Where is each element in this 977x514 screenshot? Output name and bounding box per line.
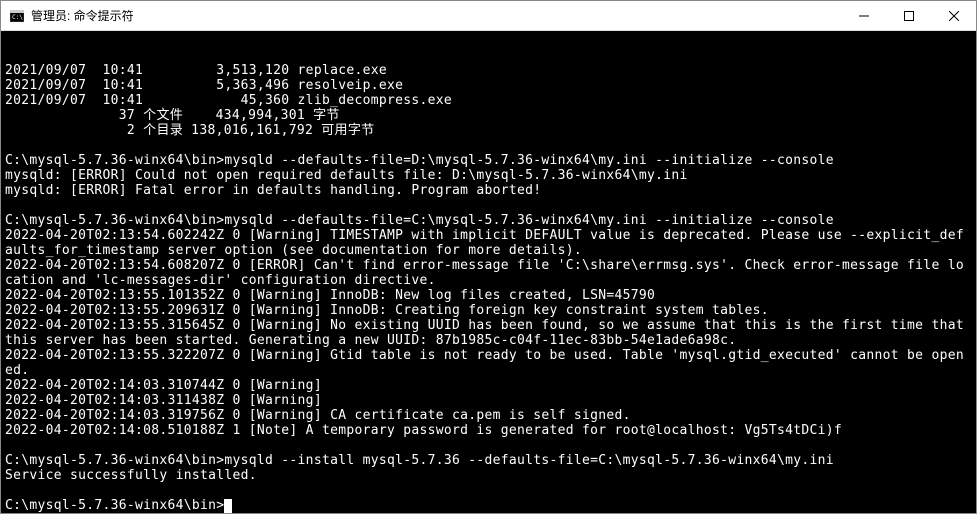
terminal-line: 2022-04-20T02:13:55.315645Z 0 [Warning] … bbox=[5, 318, 972, 348]
terminal-line: Service successfully installed. bbox=[5, 468, 972, 483]
terminal-line: C:\mysql-5.7.36-winx64\bin> bbox=[5, 498, 972, 513]
terminal-line: 2021/09/07 10:41 3,513,120 replace.exe bbox=[5, 63, 972, 78]
terminal-line: 37 个文件 434,994,301 字节 bbox=[5, 108, 972, 123]
terminal-output[interactable]: 2021/09/07 10:41 3,513,120 replace.exe20… bbox=[1, 31, 976, 513]
terminal-line: 2022-04-20T02:13:55.209631Z 0 [Warning] … bbox=[5, 303, 972, 318]
terminal-line: 2022-04-20T02:13:54.602242Z 0 [Warning] … bbox=[5, 228, 972, 258]
maximize-button[interactable] bbox=[886, 1, 931, 30]
terminal-line: mysqld: [ERROR] Fatal error in defaults … bbox=[5, 183, 972, 198]
terminal-line: mysqld: [ERROR] Could not open required … bbox=[5, 168, 972, 183]
terminal-line bbox=[5, 138, 972, 153]
app-icon: C:\ bbox=[9, 8, 25, 24]
svg-text:C:\: C:\ bbox=[12, 14, 23, 21]
terminal-line: C:\mysql-5.7.36-winx64\bin>mysqld --inst… bbox=[5, 453, 972, 468]
terminal-line bbox=[5, 483, 972, 498]
terminal-line: 2022-04-20T02:13:55.322207Z 0 [Warning] … bbox=[5, 348, 972, 378]
terminal-line: 2021/09/07 10:41 5,363,496 resolveip.exe bbox=[5, 78, 972, 93]
terminal-line: C:\mysql-5.7.36-winx64\bin>mysqld --defa… bbox=[5, 213, 972, 228]
terminal-line bbox=[5, 198, 972, 213]
terminal-line: 2022-04-20T02:14:03.310744Z 0 [Warning] bbox=[5, 378, 972, 393]
close-button[interactable] bbox=[931, 1, 976, 30]
terminal-line: C:\mysql-5.7.36-winx64\bin>mysqld --defa… bbox=[5, 153, 972, 168]
terminal-line: 2022-04-20T02:13:55.101352Z 0 [Warning] … bbox=[5, 288, 972, 303]
command-prompt-window: C:\ 管理员: 命令提示符 2021/09/07 10:41 3,513,12… bbox=[0, 0, 977, 514]
terminal-line: 2021/09/07 10:41 45,360 zlib_decompress.… bbox=[5, 93, 972, 108]
window-controls bbox=[841, 1, 976, 30]
window-title: 管理员: 命令提示符 bbox=[31, 7, 841, 24]
terminal-line: 2022-04-20T02:14:08.510188Z 1 [Note] A t… bbox=[5, 423, 972, 438]
terminal-line: 2 个目录 138,016,161,792 可用字节 bbox=[5, 123, 972, 138]
terminal-line: 2022-04-20T02:14:03.311438Z 0 [Warning] bbox=[5, 393, 972, 408]
cursor bbox=[224, 499, 232, 513]
terminal-line: 2022-04-20T02:13:54.608207Z 0 [ERROR] Ca… bbox=[5, 258, 972, 288]
terminal-line: 2022-04-20T02:14:03.319756Z 0 [Warning] … bbox=[5, 408, 972, 423]
titlebar: C:\ 管理员: 命令提示符 bbox=[1, 1, 976, 31]
minimize-button[interactable] bbox=[841, 1, 886, 30]
terminal-line bbox=[5, 438, 972, 453]
